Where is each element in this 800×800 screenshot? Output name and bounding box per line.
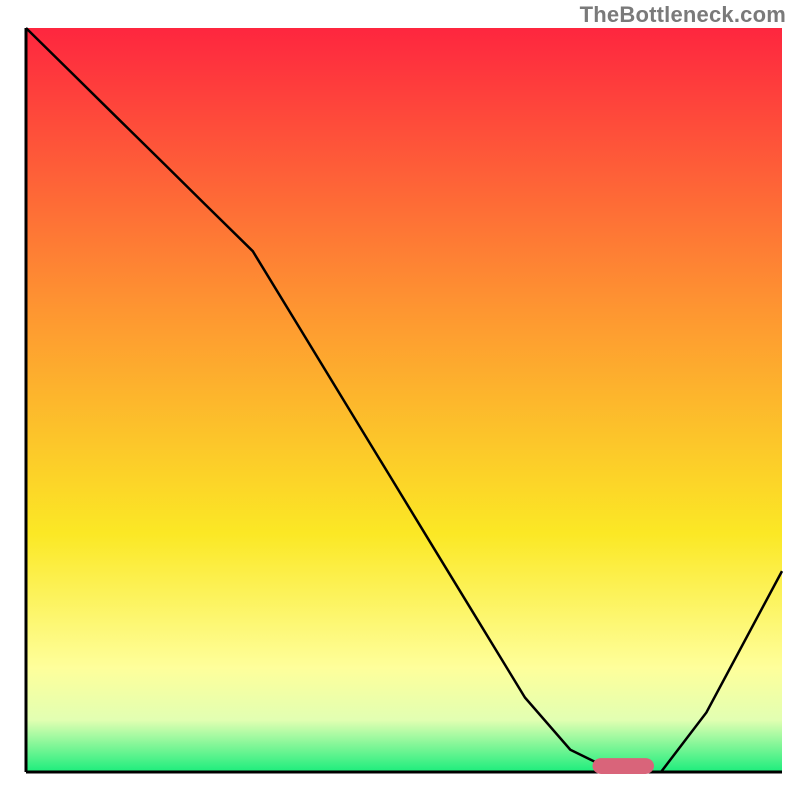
optimal-marker <box>593 759 654 774</box>
bottleneck-chart <box>0 0 800 800</box>
